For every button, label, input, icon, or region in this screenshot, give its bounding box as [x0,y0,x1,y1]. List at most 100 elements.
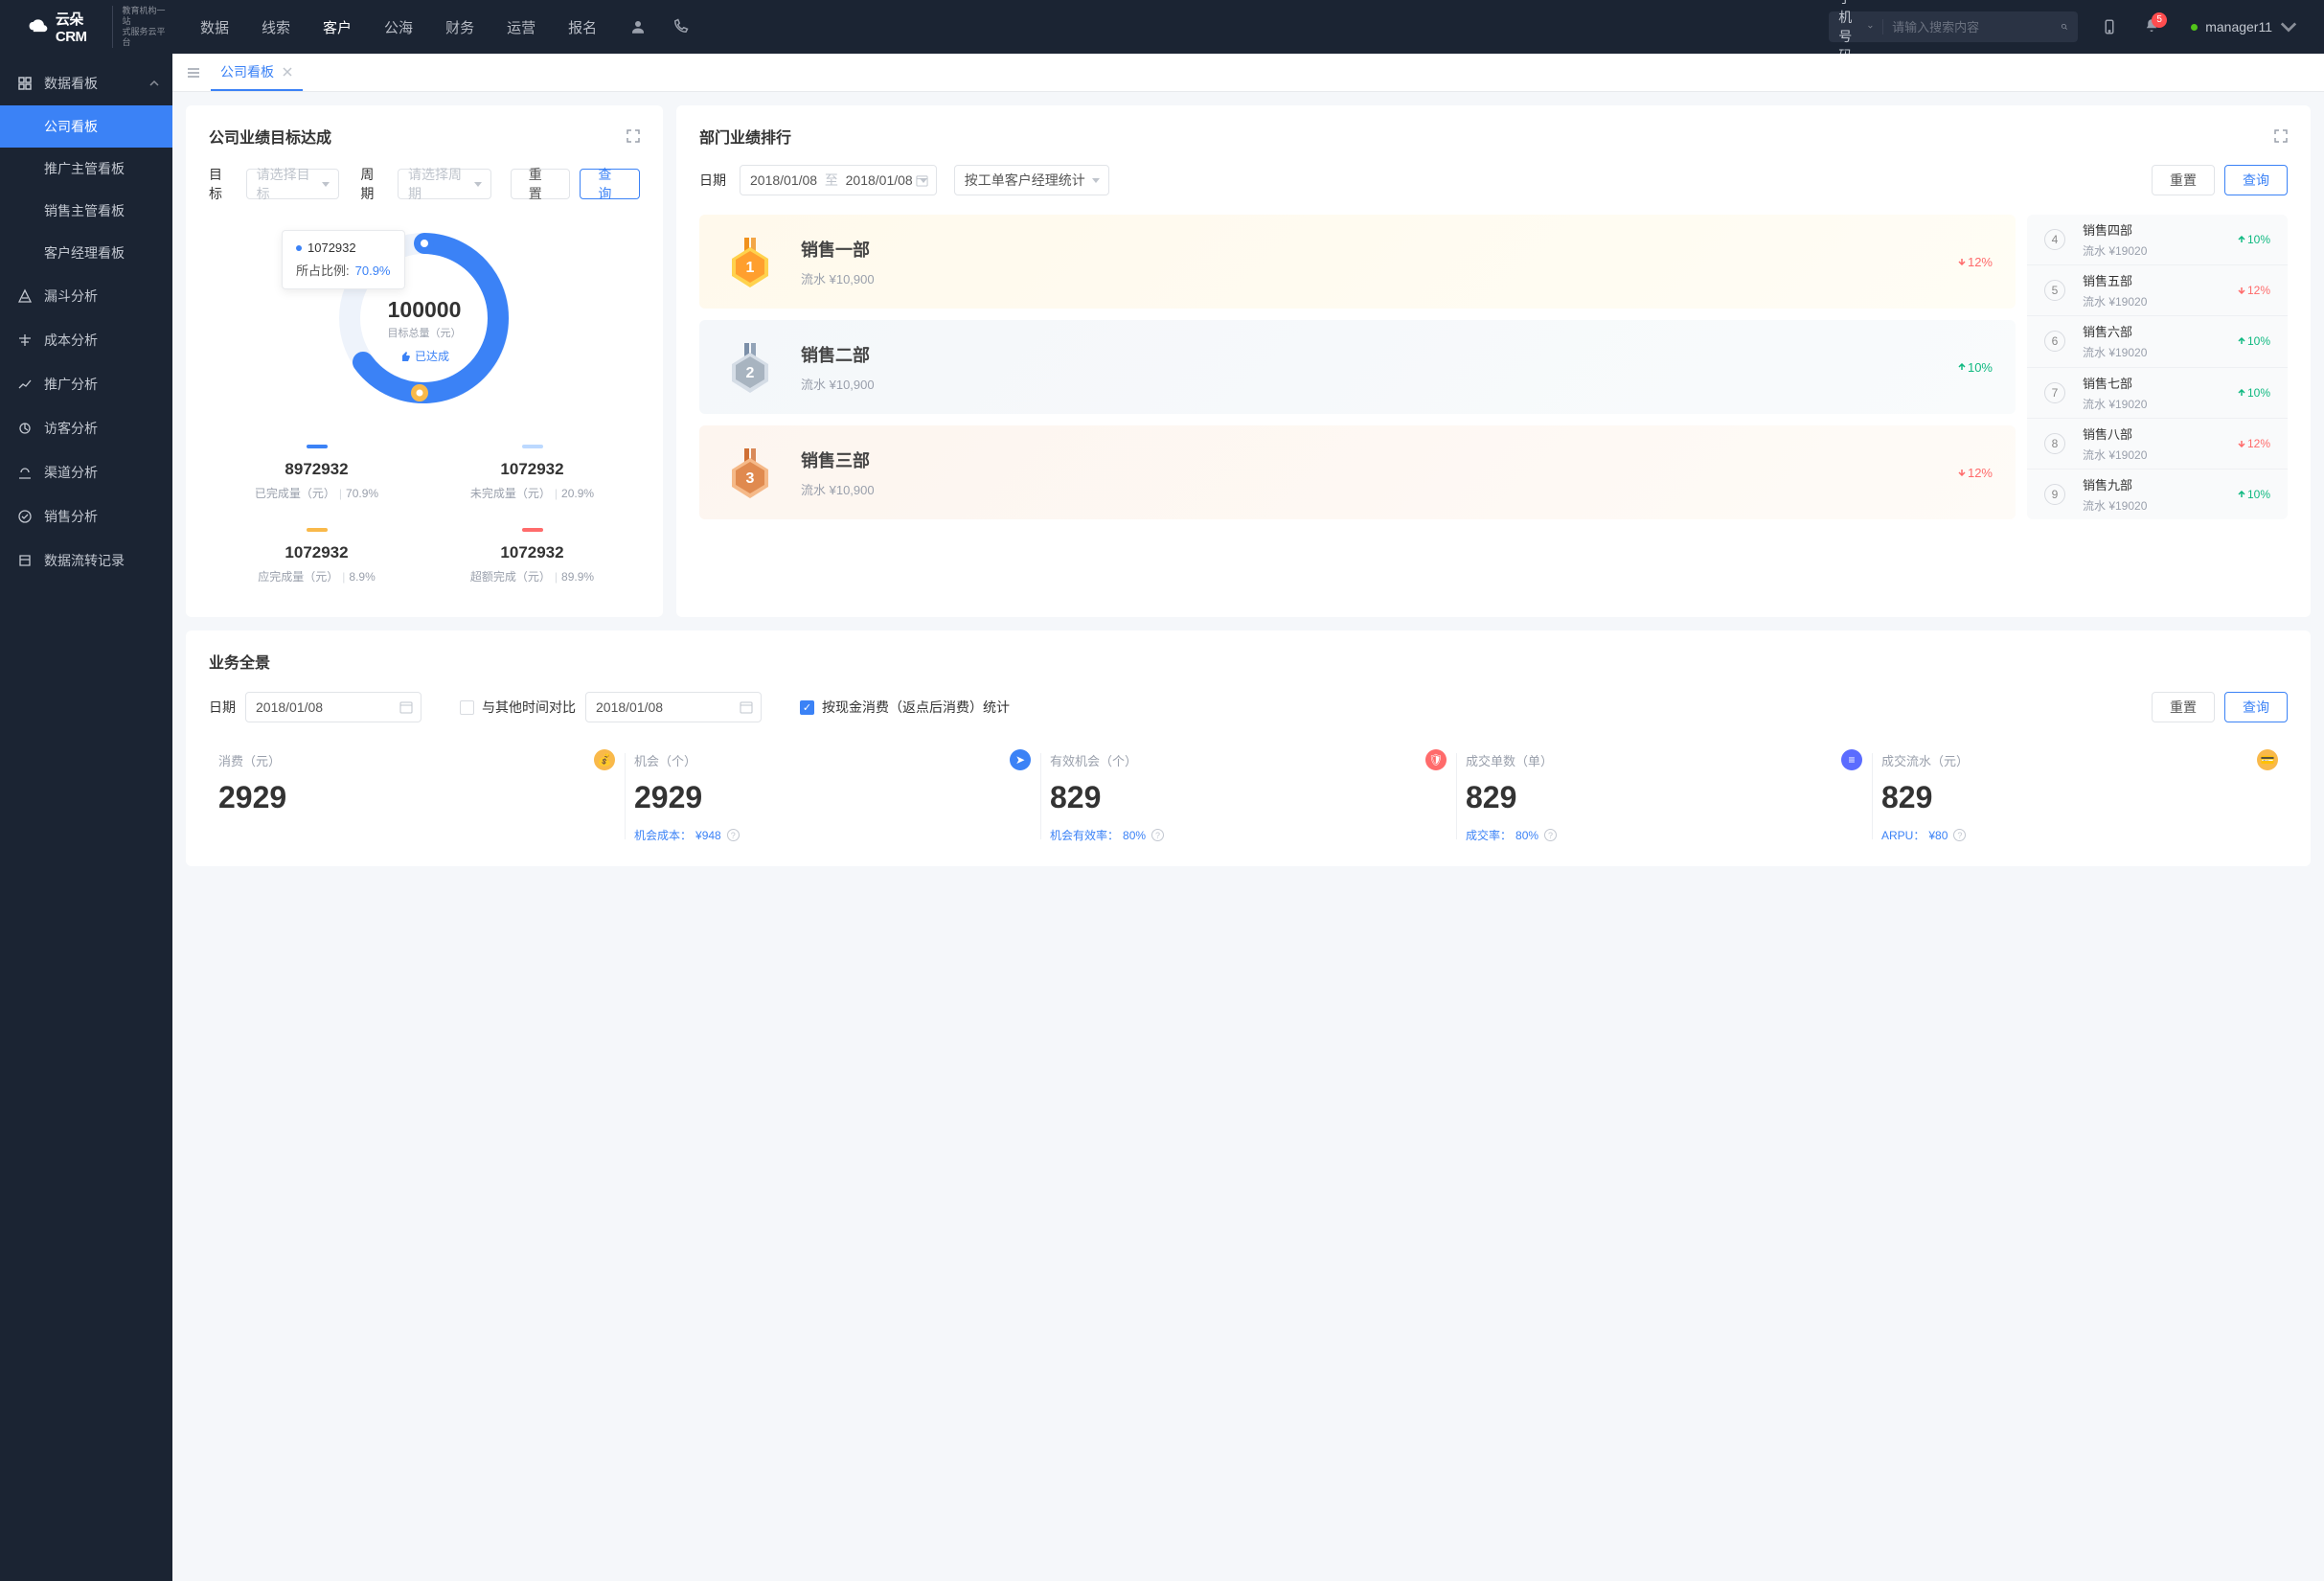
panorama-stat: 成交流水（元）💳829ARPU：¥80? [1872,745,2288,847]
calendar-icon [916,174,928,187]
nav-item[interactable]: 数据 [200,17,229,37]
close-icon[interactable] [282,66,293,78]
sidebar-sub-item[interactable]: 公司看板 [0,105,172,148]
date-range-picker[interactable]: 2018/01/08 至 2018/01/08 [740,165,937,195]
rank-row: 6销售六部流水 ¥1902010% [2027,315,2288,366]
card-achievement: 公司业绩目标达成 目标 请选择目标 周期 请选择周期 重置 查询 [186,105,663,617]
chevron-down-icon [2280,18,2297,35]
achieved-badge: 已达成 [399,348,449,364]
stat-icon: 💳 [2257,749,2278,770]
tabs-bar: 公司看板 [172,54,2324,92]
sidebar-icon [17,288,33,304]
panorama-stat: 成交单数（单）≡829成交率：80%? [1456,745,1872,847]
svg-text:3: 3 [746,470,755,487]
date-picker-2[interactable]: 2018/01/08 [585,692,762,722]
sidebar-icon [17,332,33,348]
phone-icon[interactable] [672,18,689,35]
trend-indicator: 10% [2238,488,2270,501]
user-icon[interactable] [629,18,647,35]
nav-item[interactable]: 运营 [507,17,535,37]
card-panorama: 业务全景 日期 2018/01/08 与其他时间对比 2018/01/08 [186,630,2311,866]
query-button[interactable]: 查询 [2224,165,2288,195]
stat-icon: 💰 [594,749,615,770]
sidebar-icon [17,377,33,392]
expand-icon[interactable] [2274,129,2288,143]
sidebar-group-dashboard[interactable]: 数据看板 [0,61,172,105]
chevron-up-icon [149,79,159,88]
goal-select[interactable]: 请选择目标 [246,169,340,199]
notification-badge: 5 [2152,12,2167,28]
nav-item[interactable]: 客户 [323,17,352,37]
sidebar-icon [17,553,33,568]
rank-card-top: 2 销售二部流水 ¥10,900 10% [699,320,2016,414]
rank-row: 9销售九部流水 ¥1902010% [2027,469,2288,519]
reset-button[interactable]: 重置 [2152,692,2215,722]
panorama-stat: 消费（元）💰2929 [209,745,625,847]
stat-cell: 1072932超额完成（元）|89.9% [424,515,640,598]
query-button[interactable]: 查询 [2224,692,2288,722]
nav-item[interactable]: 线索 [262,17,290,37]
rank-card-top: 1 销售一部流水 ¥10,900 12% [699,215,2016,309]
nav-item[interactable]: 报名 [568,17,597,37]
query-button[interactable]: 查询 [580,169,640,199]
mobile-icon[interactable] [2101,18,2118,35]
sidebar-item[interactable]: 销售分析 [0,494,172,538]
calendar-icon [399,700,413,714]
sidebar-item[interactable]: 漏斗分析 [0,274,172,318]
search-icon[interactable] [2061,19,2068,34]
stat-icon: ➤ [1010,749,1031,770]
sidebar-icon [17,421,33,436]
sidebar-toggle-icon[interactable] [186,65,201,80]
sidebar-item[interactable]: 访客分析 [0,406,172,450]
search-input[interactable] [1892,20,2061,34]
top-nav: 云朵CRM 教育机构一站 式服务云平台 数据线索客户公海财务运营报名 手机号码 … [0,0,2324,54]
svg-text:1: 1 [746,260,755,276]
trend-indicator: 10% [2238,386,2270,400]
card-ranking: 部门业绩排行 日期 2018/01/08 至 2018/01/08 按工单客户经… [676,105,2311,617]
card-title: 部门业绩排行 [699,125,791,148]
sidebar-item[interactable]: 推广分析 [0,362,172,406]
trend-indicator: 12% [1958,255,1993,269]
sidebar: 数据看板 公司看板推广主管看板销售主管看板客户经理看板 漏斗分析成本分析推广分析… [0,54,172,1581]
nav-item[interactable]: 公海 [384,17,413,37]
help-icon[interactable]: ? [1953,829,1966,841]
stat-by-select[interactable]: 按工单客户经理统计 [954,165,1109,195]
sidebar-item[interactable]: 成本分析 [0,318,172,362]
nav-item[interactable]: 财务 [445,17,474,37]
trend-indicator: 10% [1958,360,1993,375]
panorama-stat: 机会（个）➤2929机会成本：¥948? [625,745,1040,847]
main: 公司看板 公司业绩目标达成 目标 请选择目标 周期 请选择周期 [172,54,2324,1581]
cash-checkbox[interactable]: ✓ [800,700,814,715]
help-icon[interactable]: ? [1151,829,1164,841]
calendar-icon [740,700,753,714]
sidebar-item[interactable]: 渠道分析 [0,450,172,494]
panorama-stat: 有效机会（个）🛡829机会有效率：80%? [1040,745,1456,847]
trend-indicator: 12% [2238,284,2270,297]
right-icons: 5 manager11 [2101,17,2297,37]
help-icon[interactable]: ? [1544,829,1557,841]
rank-row: 4销售四部流水 ¥1902010% [2027,215,2288,264]
chevron-down-icon [1868,22,1873,32]
compare-checkbox[interactable] [460,700,474,715]
logo-icon [27,17,50,36]
trend-indicator: 10% [2238,233,2270,246]
rank-row: 5销售五部流水 ¥1902012% [2027,264,2288,315]
period-select[interactable]: 请选择周期 [398,169,491,199]
sidebar-icon [17,509,33,524]
sidebar-sub-item[interactable]: 销售主管看板 [0,190,172,232]
reset-button[interactable]: 重置 [2152,165,2215,195]
sidebar-item[interactable]: 数据流转记录 [0,538,172,583]
tab-company-dashboard[interactable]: 公司看板 [211,54,303,91]
medal-icon: 1 [722,234,778,289]
status-dot [2191,24,2198,31]
trend-indicator: 12% [2238,437,2270,450]
sidebar-sub-item[interactable]: 客户经理看板 [0,232,172,274]
stat-icon: 🛡 [1425,749,1447,770]
date-picker-1[interactable]: 2018/01/08 [245,692,422,722]
sidebar-sub-item[interactable]: 推广主管看板 [0,148,172,190]
user-menu[interactable]: manager11 [2191,18,2297,35]
help-icon[interactable]: ? [727,829,740,841]
reset-button[interactable]: 重置 [511,169,571,199]
notifications[interactable]: 5 [2143,17,2160,37]
expand-icon[interactable] [627,129,640,143]
